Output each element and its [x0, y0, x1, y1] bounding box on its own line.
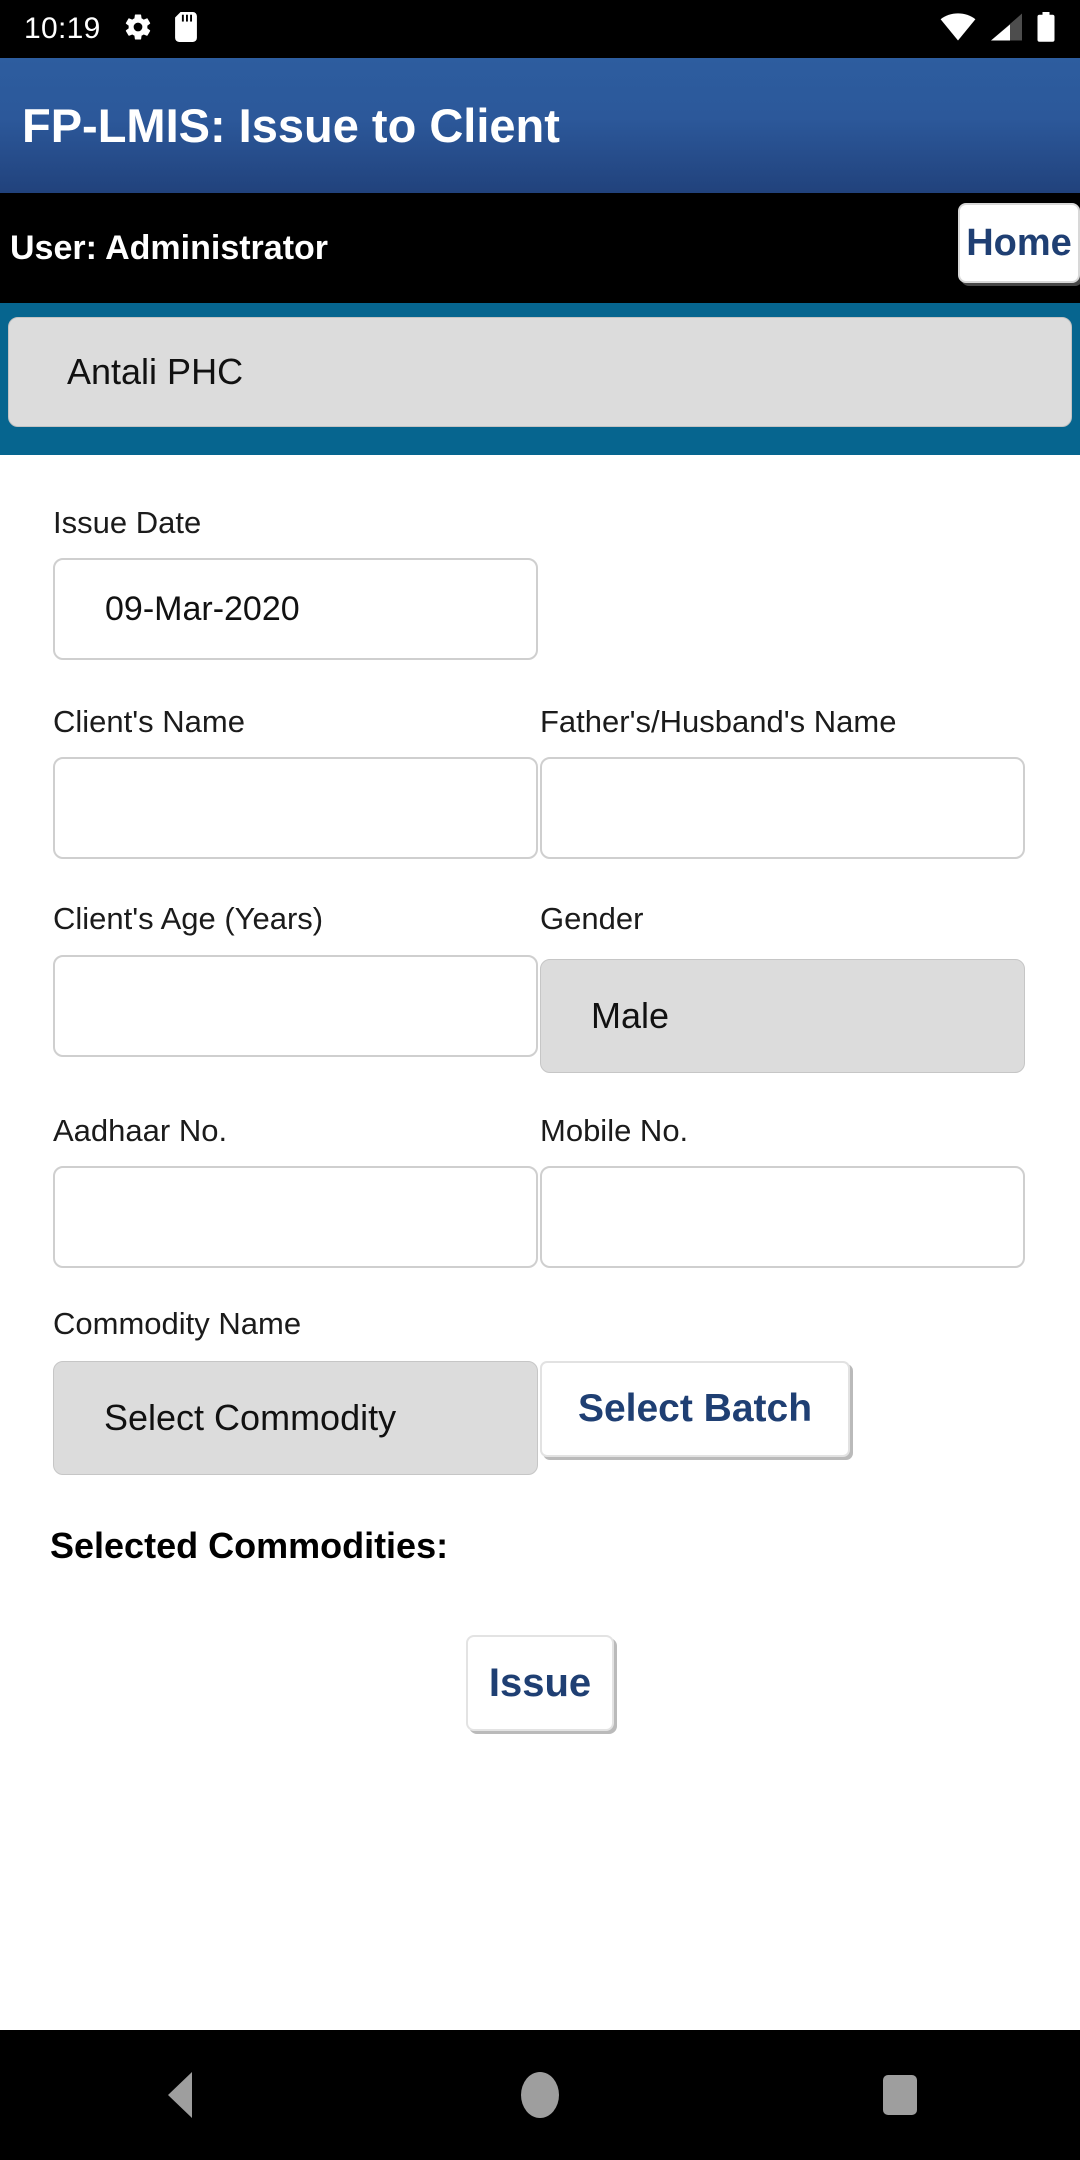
aadhaar-label: Aadhaar No. — [53, 1113, 228, 1148]
home-button[interactable]: Home — [958, 203, 1080, 283]
commodity-row: Commodity Name Select Commodity Select B… — [0, 1308, 1080, 1475]
facility-bar: Antali PHC — [0, 303, 1080, 455]
app-root: 10:19 FP-LMIS: Issue to Client User: Adm… — [0, 0, 1080, 2160]
back-icon — [168, 2072, 192, 2118]
status-bar-right — [940, 11, 1056, 47]
gender-select[interactable]: Male — [540, 959, 1025, 1073]
aadhaar-field: Aadhaar No. — [0, 1115, 540, 1268]
aadhaar-input[interactable] — [53, 1166, 538, 1268]
mobile-label: Mobile No. — [540, 1113, 689, 1148]
issue-button[interactable]: Issue — [466, 1635, 614, 1731]
status-clock: 10:19 — [24, 12, 101, 45]
name-row: Client's Name Father's/Husband's Name — [0, 706, 1080, 859]
id-contact-row: Aadhaar No. Mobile No. — [0, 1115, 1080, 1268]
clients-name-input[interactable] — [53, 757, 538, 859]
user-label: User: Administrator — [10, 228, 329, 267]
gear-icon — [123, 12, 153, 47]
status-bar: 10:19 — [0, 0, 1080, 58]
nav-recents-button[interactable] — [820, 2030, 980, 2160]
clients-name-field: Client's Name — [0, 706, 540, 859]
fathers-husbands-name-field: Father's/Husband's Name — [540, 706, 1080, 859]
gender-label: Gender — [540, 901, 644, 936]
mobile-field: Mobile No. — [540, 1115, 1080, 1268]
clients-name-label: Client's Name — [53, 704, 245, 739]
nav-home-button[interactable] — [460, 2030, 620, 2160]
issue-date-input[interactable]: 09-Mar-2020 — [53, 558, 538, 660]
select-batch-button[interactable]: Select Batch — [540, 1361, 850, 1457]
issue-button-row: Issue — [0, 1635, 1080, 1731]
android-nav-bar — [0, 2030, 1080, 2160]
select-batch-wrap: Select Batch — [540, 1361, 1080, 1457]
user-bar: User: Administrator Home — [0, 193, 1080, 303]
clients-age-label: Client's Age (Years) — [53, 901, 324, 936]
commodity-select[interactable]: Select Commodity — [53, 1361, 538, 1475]
recents-icon — [883, 2075, 917, 2115]
age-gender-row: Client's Age (Years) Gender Male — [0, 903, 1080, 1073]
sd-card-icon — [174, 11, 197, 47]
issue-form: Issue Date 09-Mar-2020 Client's Name Fat… — [0, 455, 1080, 2030]
clients-age-field: Client's Age (Years) — [0, 903, 540, 1073]
nav-back-button[interactable] — [100, 2030, 260, 2160]
wifi-icon — [940, 12, 976, 46]
commodity-name-label: Commodity Name — [53, 1306, 302, 1341]
clients-age-input[interactable] — [53, 955, 538, 1057]
facility-select[interactable]: Antali PHC — [8, 317, 1072, 427]
issue-date-field: Issue Date 09-Mar-2020 — [0, 507, 1080, 660]
home-icon — [521, 2072, 559, 2118]
app-title-bar: FP-LMIS: Issue to Client — [0, 58, 1080, 193]
fathers-husbands-name-input[interactable] — [540, 757, 1025, 859]
status-bar-left: 10:19 — [24, 11, 197, 47]
selected-commodities-heading: Selected Commodities: — [50, 1525, 449, 1566]
page-title: FP-LMIS: Issue to Client — [22, 99, 560, 152]
fathers-husbands-name-label: Father's/Husband's Name — [540, 704, 897, 739]
gender-field: Gender Male — [540, 903, 1080, 1073]
mobile-input[interactable] — [540, 1166, 1025, 1268]
signal-icon — [989, 13, 1023, 46]
commodity-select-wrap: Select Commodity — [0, 1361, 540, 1475]
battery-icon — [1036, 11, 1056, 47]
issue-date-label: Issue Date — [53, 505, 202, 540]
